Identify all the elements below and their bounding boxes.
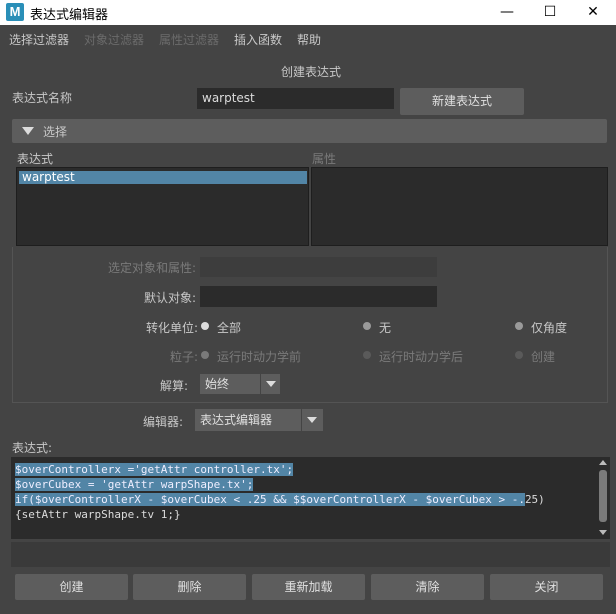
editor-dropdown-value: 表达式编辑器 — [200, 413, 273, 427]
radio-particle-after-label: 运行时动力学后 — [379, 350, 464, 364]
scroll-down-arrow-icon[interactable] — [599, 530, 607, 535]
default-object-label: 默认对象: — [144, 291, 197, 305]
expression-name-label: 表达式名称 — [12, 91, 73, 105]
attributes-list[interactable] — [311, 167, 608, 246]
reload-button[interactable]: 重新加载 — [252, 574, 365, 600]
expression-label: 表达式: — [12, 441, 53, 455]
expressions-list-label: 表达式 — [17, 152, 54, 166]
expression-name-input[interactable]: warptest — [197, 88, 394, 109]
radio-particle-before[interactable] — [201, 351, 209, 359]
evaluate-label: 解算: — [160, 379, 189, 393]
radio-units-all-label: 全部 — [217, 321, 242, 335]
radio-units-none-label: 无 — [379, 321, 392, 335]
radio-particle-creation-label: 创建 — [531, 350, 556, 364]
radio-units-none[interactable] — [363, 322, 371, 330]
code-line: if($overControllerX - $overCubex < .25 &… — [15, 493, 545, 506]
code-line: $overCubex = 'getAttr warpShape.tx'; — [15, 478, 254, 491]
editor-footer-bar — [11, 542, 610, 567]
clear-button[interactable]: 清除 — [371, 574, 484, 600]
expressions-list[interactable]: warptest — [16, 167, 309, 246]
radio-particle-creation[interactable] — [515, 351, 523, 359]
close-window-button[interactable]: ✕ — [570, 0, 616, 25]
convert-units-label: 转化单位: — [146, 321, 199, 335]
selected-object-field — [200, 257, 437, 277]
close-button[interactable]: 关闭 — [490, 574, 603, 600]
selected-object-label: 选定对象和属性: — [108, 261, 197, 275]
expression-editor[interactable]: $overControllerx ='getAttr controller.tx… — [11, 457, 610, 539]
chevron-down-icon — [307, 417, 317, 423]
menu-insert-functions[interactable]: 插入函数 — [234, 31, 282, 48]
radio-particle-before-label: 运行时动力学前 — [217, 350, 302, 364]
editor-label: 编辑器: — [143, 415, 184, 429]
window-title: 表达式编辑器 — [30, 8, 109, 23]
menu-attribute-filter[interactable]: 属性过滤器 — [159, 31, 219, 48]
dropdown-divider — [301, 409, 302, 431]
minimize-button[interactable]: — — [484, 0, 530, 25]
create-button[interactable]: 创建 — [15, 574, 128, 600]
select-frame-title: 选择 — [43, 125, 68, 139]
code-line: {setAttr warpShape.tv 1;} — [15, 508, 181, 521]
dropdown-divider — [260, 374, 261, 394]
editor-dropdown[interactable]: 表达式编辑器 — [195, 409, 323, 431]
menu-object-filter[interactable]: 对象过滤器 — [84, 31, 144, 48]
collapse-triangle-icon[interactable] — [22, 127, 34, 135]
evaluate-dropdown[interactable]: 始终 — [200, 374, 280, 394]
attributes-list-label: 属性 — [312, 152, 337, 166]
title-bar: M 表达式编辑器 — ☐ ✕ — [0, 0, 616, 25]
evaluate-dropdown-value: 始终 — [205, 377, 230, 391]
chevron-down-icon — [266, 381, 276, 387]
radio-units-angular-label: 仅角度 — [531, 321, 568, 335]
radio-units-angular[interactable] — [515, 322, 523, 330]
maya-logo-icon: M — [6, 3, 24, 21]
menu-bar: 选择过滤器 对象过滤器 属性过滤器 插入函数 帮助 — [0, 25, 616, 51]
radio-particle-after[interactable] — [363, 351, 371, 359]
delete-button[interactable]: 删除 — [133, 574, 246, 600]
maximize-button[interactable]: ☐ — [527, 0, 573, 25]
code-line: $overControllerx ='getAttr controller.tx… — [15, 463, 294, 476]
default-object-input[interactable] — [200, 286, 437, 307]
menu-select-filter[interactable]: 选择过滤器 — [9, 31, 69, 48]
page-heading: 创建表达式 — [281, 65, 342, 79]
scroll-up-arrow-icon[interactable] — [599, 460, 607, 465]
menu-help[interactable]: 帮助 — [297, 31, 321, 48]
select-frame-header[interactable]: 选择 — [12, 119, 607, 143]
particle-label: 粒子: — [170, 350, 199, 364]
new-expression-button[interactable]: 新建表达式 — [400, 88, 524, 115]
scrollbar-thumb[interactable] — [599, 470, 607, 522]
radio-units-all[interactable] — [201, 322, 209, 330]
list-item[interactable]: warptest — [19, 171, 307, 184]
